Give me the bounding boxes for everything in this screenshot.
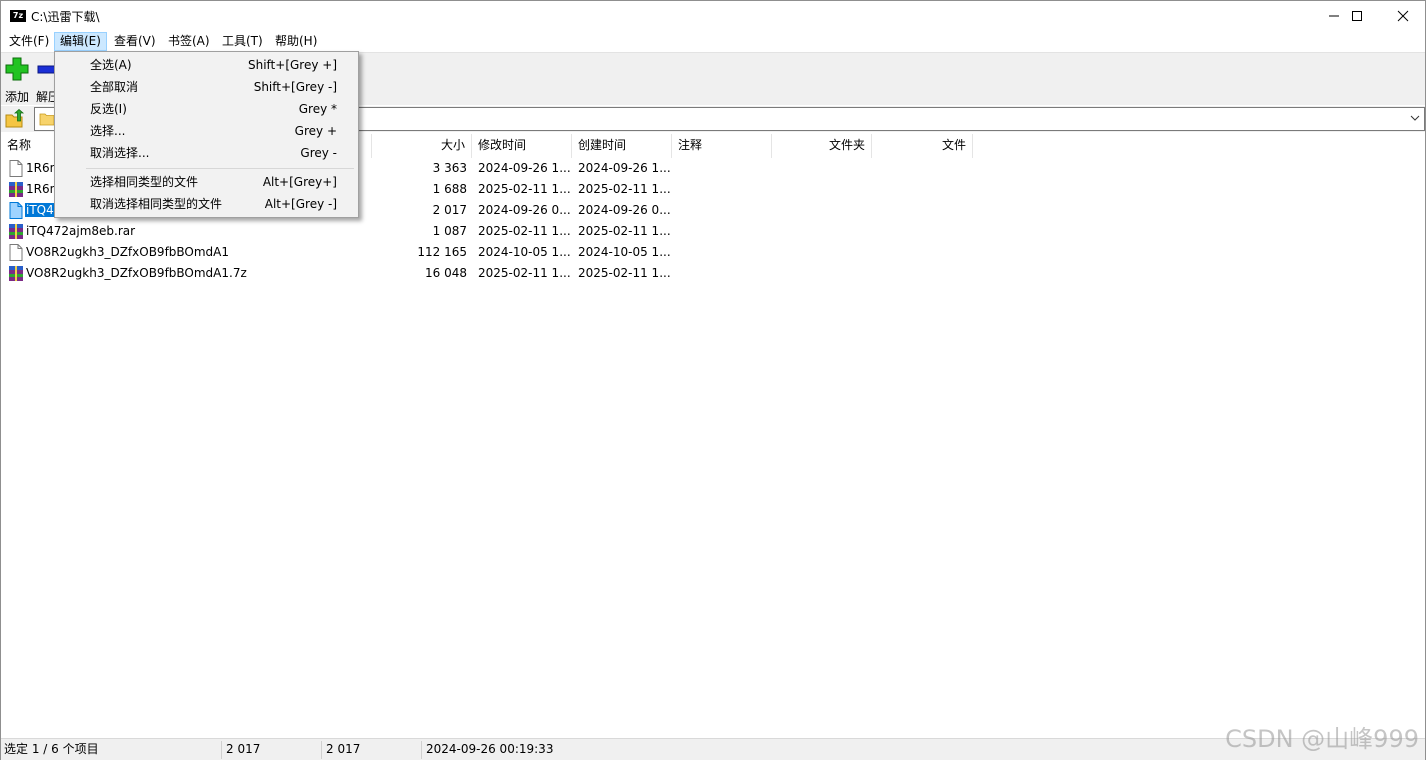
menu-item-shortcut: Alt+[Grey -] — [264, 197, 337, 211]
file-modified: 2025-02-11 1... — [478, 182, 570, 196]
file-created: 2024-09-26 0... — [578, 203, 670, 217]
menu-help[interactable]: 帮助(H) — [270, 32, 322, 51]
file-icon — [9, 202, 23, 219]
folder-up-icon — [5, 108, 25, 128]
file-name: iTQ472ajm8eb.rar — [26, 224, 136, 238]
status-divider — [321, 741, 322, 759]
file-size: 1 087 — [432, 224, 467, 238]
menu-bar: 文件(F) 编辑(E) 查看(V) 书签(A) 工具(T) 帮助(H) — [1, 31, 1425, 51]
menu-item-label: 全选(A) — [90, 58, 132, 72]
maximize-button[interactable] — [1334, 1, 1380, 31]
file-created: 2025-02-11 1... — [578, 224, 670, 238]
menu-select-same-type[interactable]: 选择相同类型的文件 Alt+[Grey+] — [57, 171, 356, 193]
menu-item-label: 选择... — [90, 124, 126, 138]
archive-icon — [9, 182, 23, 197]
menu-bookmarks[interactable]: 书签(A) — [163, 32, 215, 51]
status-size: 2 017 — [226, 742, 261, 756]
app-window: 7z C:\迅雷下载\ 文件(F) 编辑(E) 查看(V) 书签(A) 工具(T… — [0, 0, 1426, 760]
close-button[interactable] — [1380, 1, 1426, 31]
file-created: 2025-02-11 1... — [578, 266, 670, 280]
menu-deselect-all[interactable]: 全部取消 Shift+[Grey -] — [57, 76, 356, 98]
file-modified: 2025-02-11 1... — [478, 266, 570, 280]
menu-select[interactable]: 选择... Grey + — [57, 120, 356, 142]
menu-tools[interactable]: 工具(T) — [217, 32, 268, 51]
folder-icon — [39, 113, 55, 126]
file-name: VO8R2ugkh3_DZfxOB9fbBOmdA1 — [26, 245, 230, 259]
file-modified: 2024-10-05 1... — [478, 245, 570, 259]
menu-item-label: 取消选择相同类型的文件 — [90, 197, 223, 211]
status-divider — [221, 741, 222, 759]
close-icon — [1397, 10, 1409, 22]
menu-item-label: 选择相同类型的文件 — [90, 175, 199, 189]
file-modified: 2025-02-11 1... — [478, 224, 570, 238]
menu-file[interactable]: 文件(F) — [4, 32, 54, 51]
file-icon — [9, 160, 23, 177]
status-divider — [421, 741, 422, 759]
selected-file-name: iTQ4 — [25, 203, 55, 217]
menu-item-label: 全部取消 — [90, 80, 139, 94]
menu-deselect-same-type[interactable]: 取消选择相同类型的文件 Alt+[Grey -] — [57, 193, 356, 215]
table-row[interactable]: VO8R2ugkh3_DZfxOB9fbBOmdA1.7z 16 048 202… — [1, 263, 981, 284]
title-bar[interactable]: 7z C:\迅雷下载\ — [1, 1, 1425, 31]
archive-icon — [9, 266, 23, 281]
menu-invert-selection[interactable]: 反选(I) Grey * — [57, 98, 356, 120]
file-modified: 2024-09-26 0... — [478, 203, 570, 217]
file-name: VO8R2ugkh3_DZfxOB9fbBOmdA1.7z — [26, 266, 247, 280]
file-size: 2 017 — [432, 203, 467, 217]
menu-deselect[interactable]: 取消选择... Grey - — [57, 142, 356, 164]
edit-menu-dropdown: 全选(A) Shift+[Grey +] 全部取消 Shift+[Grey -]… — [54, 51, 359, 218]
table-row[interactable]: iTQ472ajm8eb.rar 1 087 2025-02-11 1... 2… — [1, 221, 981, 242]
column-header-files[interactable]: 文件 — [872, 134, 973, 158]
archive-icon — [9, 224, 23, 239]
column-header-comment[interactable]: 注释 — [672, 134, 772, 158]
column-header-folders[interactable]: 文件夹 — [772, 134, 872, 158]
table-row[interactable]: VO8R2ugkh3_DZfxOB9fbBOmdA1 112 165 2024-… — [1, 242, 981, 263]
column-header-created[interactable]: 创建时间 — [572, 134, 672, 158]
menu-edit[interactable]: 编辑(E) — [54, 32, 107, 51]
plus-icon — [5, 57, 29, 81]
menu-view[interactable]: 查看(V) — [109, 32, 161, 51]
menu-item-shortcut: Shift+[Grey -] — [253, 80, 337, 94]
menu-select-all[interactable]: 全选(A) Shift+[Grey +] — [57, 54, 356, 76]
column-header-modified[interactable]: 修改时间 — [472, 134, 572, 158]
watermark: CSDN @山峰999 — [1225, 725, 1419, 753]
sevenzip-app-icon: 7z — [10, 10, 26, 22]
window-title: C:\迅雷下载\ — [31, 10, 100, 24]
menu-separator — [86, 168, 354, 169]
status-date: 2024-09-26 00:19:33 — [426, 742, 554, 756]
file-created: 2024-09-26 1... — [578, 161, 670, 175]
status-packed-size: 2 017 — [326, 742, 361, 756]
status-bar: 选定 1 / 6 个项目 2 017 2 017 2024-09-26 00:1… — [1, 738, 1425, 760]
menu-item-shortcut: Shift+[Grey +] — [247, 58, 337, 72]
file-size: 1 688 — [432, 182, 467, 196]
file-modified: 2024-09-26 1... — [478, 161, 570, 175]
up-folder-button[interactable] — [4, 108, 26, 129]
menu-item-shortcut: Grey - — [300, 146, 337, 160]
file-created: 2025-02-11 1... — [578, 182, 670, 196]
file-size: 16 048 — [425, 266, 467, 280]
file-size: 112 165 — [417, 245, 467, 259]
file-created: 2024-10-05 1... — [578, 245, 670, 259]
file-icon — [9, 244, 23, 261]
maximize-icon — [1352, 11, 1362, 21]
menu-item-shortcut: Grey * — [298, 102, 337, 116]
menu-item-shortcut: Alt+[Grey+] — [262, 175, 337, 189]
add-label: 添加 — [5, 90, 30, 104]
file-list[interactable]: 名称 大小 修改时间 创建时间 注释 文件夹 文件 1R6n 3 363 202… — [1, 134, 1425, 736]
menu-item-label: 反选(I) — [90, 102, 127, 116]
file-size: 3 363 — [432, 161, 467, 175]
menu-item-shortcut: Grey + — [294, 124, 337, 138]
status-selection: 选定 1 / 6 个项目 — [4, 742, 99, 756]
add-button[interactable]: 添加 — [1, 57, 33, 105]
menu-item-label: 取消选择... — [90, 146, 150, 160]
chevron-down-icon — [1410, 115, 1420, 121]
column-header-size[interactable]: 大小 — [372, 134, 472, 158]
